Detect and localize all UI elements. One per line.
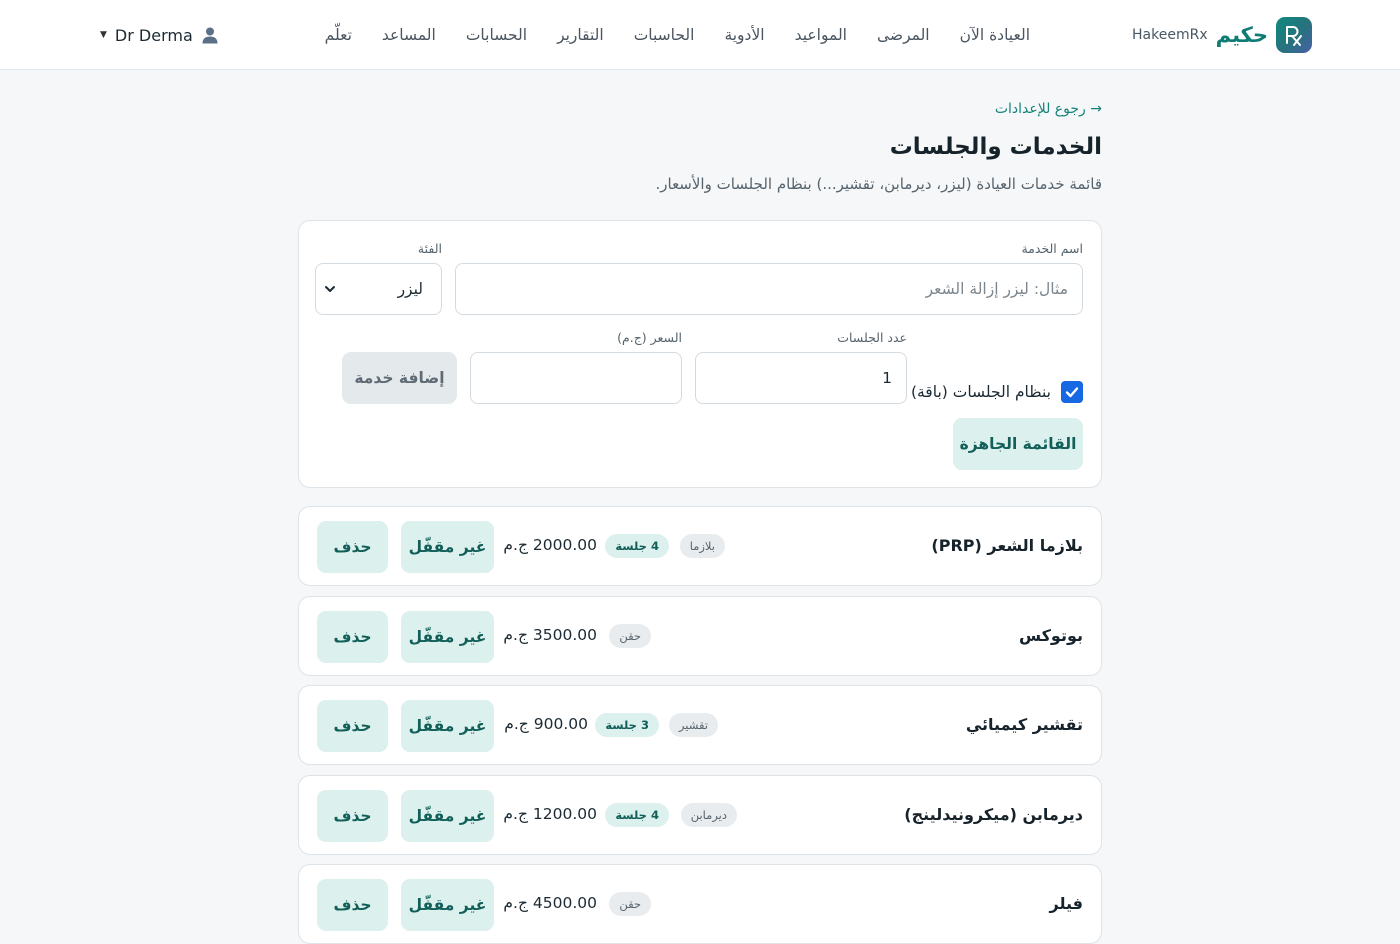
- category-badge: حقن: [609, 892, 651, 916]
- category-badge: تقشير: [668, 713, 718, 737]
- back-to-settings-link[interactable]: → رجوع للإعدادات: [995, 101, 1102, 117]
- user-icon: [202, 27, 218, 44]
- category-badge: بلازما: [679, 534, 725, 558]
- brand-name-en: HakeemRx: [1132, 27, 1208, 43]
- sessions-badge: 3 جلسة: [595, 713, 659, 737]
- delete-button[interactable]: حذف: [317, 700, 388, 752]
- service-name: بوتوكس: [1019, 626, 1083, 645]
- service-name-label: اسم الخدمة: [1021, 241, 1083, 256]
- service-price: 1200.00 ج.م: [503, 805, 597, 823]
- brand-name-ar: حكيم: [1215, 23, 1268, 47]
- chevron-down-icon: [325, 286, 335, 292]
- delete-button[interactable]: حذف: [317, 790, 388, 842]
- user-name: Dr Derma: [114, 25, 193, 45]
- delete-button[interactable]: حذف: [317, 611, 388, 663]
- delete-button[interactable]: حذف: [317, 521, 388, 573]
- main-nav: العيادة الآن المرضى المواعيد الأدوية الح…: [325, 0, 1030, 70]
- add-service-form: اسم الخدمة الفئة ليزر بنظام الجلسات (باق…: [298, 220, 1102, 488]
- ready-list-button[interactable]: القائمة الجاهزة: [953, 418, 1083, 470]
- sessions-badge: 4 جلسة: [605, 534, 669, 558]
- category-select[interactable]: ليزر: [315, 263, 442, 315]
- service-name: بلازما الشعر (PRP): [931, 536, 1083, 555]
- service-price: 4500.00 ج.م: [503, 894, 597, 912]
- service-name-input[interactable]: [455, 263, 1083, 315]
- nav-patients[interactable]: المرضى: [877, 26, 930, 44]
- category-badge: حقن: [609, 624, 651, 648]
- service-name: ديرمابن (ميكرونيدلينج): [904, 805, 1083, 824]
- nav-reports[interactable]: التقارير: [557, 26, 604, 44]
- service-name: فيلر: [1049, 894, 1084, 913]
- category-selected-value: ليزر: [397, 280, 423, 298]
- nav-clinic-now[interactable]: العيادة الآن: [960, 26, 1030, 44]
- page-subtitle: قائمة خدمات العيادة (ليزر، ديرمابن، تقشي…: [655, 175, 1102, 193]
- lock-toggle-button[interactable]: غير مقفّل: [401, 879, 494, 931]
- check-icon: [1065, 387, 1079, 398]
- service-row: بوتوكس حقن 3500.00 ج.م غير مقفّل حذف: [298, 596, 1102, 676]
- sessions-label: عدد الجلسات: [837, 330, 907, 345]
- package-toggle[interactable]: بنظام الجلسات (باقة): [911, 381, 1083, 403]
- category-badge: ديرمابن: [680, 803, 737, 827]
- delete-button[interactable]: حذف: [317, 879, 388, 931]
- nav-accounts[interactable]: الحسابات: [466, 26, 527, 44]
- nav-learn[interactable]: تعلّم: [325, 26, 352, 44]
- service-row: بلازما الشعر (PRP) بلازما 4 جلسة 2000.00…: [298, 506, 1102, 586]
- service-row: ديرمابن (ميكرونيدلينج) ديرمابن 4 جلسة 12…: [298, 775, 1102, 855]
- top-navbar: حكيم HakeemRx العيادة الآن المرضى المواع…: [0, 0, 1400, 70]
- sessions-input[interactable]: [695, 352, 907, 404]
- user-menu[interactable]: ▼ Dr Derma: [100, 22, 219, 48]
- category-label: الفئة: [417, 241, 442, 256]
- nav-medications[interactable]: الأدوية: [724, 26, 764, 44]
- service-row: فيلر حقن 4500.00 ج.م غير مقفّل حذف: [298, 864, 1102, 944]
- brand[interactable]: حكيم HakeemRx: [1132, 17, 1312, 53]
- lock-toggle-button[interactable]: غير مقفّل: [401, 790, 494, 842]
- lock-toggle-button[interactable]: غير مقفّل: [401, 700, 494, 752]
- nav-appointments[interactable]: المواعيد: [795, 26, 847, 44]
- service-name: تقشير كيميائي: [965, 715, 1083, 734]
- lock-toggle-button[interactable]: غير مقفّل: [401, 611, 494, 663]
- page-title: الخدمات والجلسات: [889, 134, 1102, 160]
- price-input[interactable]: [470, 352, 682, 404]
- lock-toggle-button[interactable]: غير مقفّل: [401, 521, 494, 573]
- package-checkbox[interactable]: [1061, 381, 1083, 403]
- caret-down-icon: ▼: [100, 30, 107, 40]
- service-row: تقشير كيميائي تقشير 3 جلسة 900.00 ج.م غي…: [298, 685, 1102, 765]
- rx-logo-icon: [1276, 17, 1312, 53]
- service-price: 2000.00 ج.م: [503, 536, 597, 554]
- nav-assistant[interactable]: المساعد: [382, 26, 436, 44]
- package-label: بنظام الجلسات (باقة): [910, 383, 1051, 401]
- sessions-badge: 4 جلسة: [605, 803, 669, 827]
- price-label: السعر (ج.م): [617, 330, 682, 345]
- nav-calculators[interactable]: الحاسبات: [634, 26, 695, 44]
- service-price: 3500.00 ج.م: [503, 626, 597, 644]
- add-service-button[interactable]: إضافة خدمة: [342, 352, 457, 404]
- service-price: 900.00 ج.م: [504, 715, 588, 733]
